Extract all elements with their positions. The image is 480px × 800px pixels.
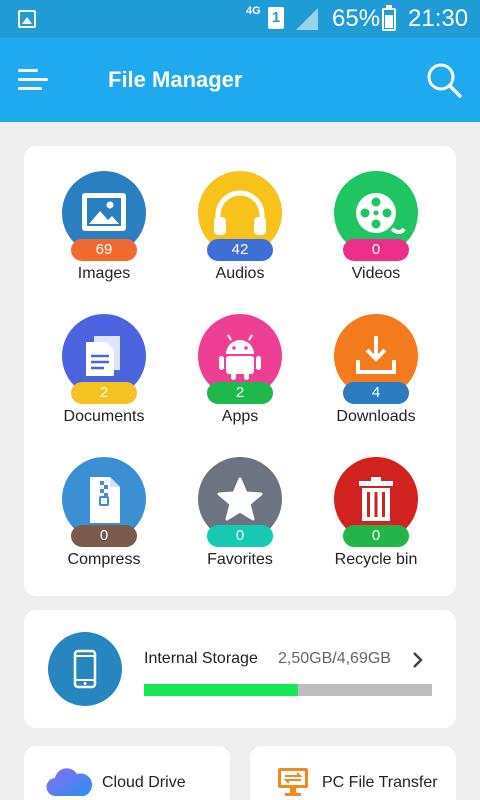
- signal-icon: [296, 8, 318, 30]
- category-label: Favorites: [207, 551, 273, 568]
- cloud-drive-card[interactable]: Cloud Drive: [24, 746, 230, 800]
- category-label: Compress: [67, 551, 141, 568]
- category-label: Recycle bin: [334, 551, 418, 568]
- count-badge: 0: [207, 525, 273, 547]
- count-badge: 0: [343, 239, 409, 261]
- category-label: Apps: [221, 408, 259, 425]
- count-badge: 0: [343, 525, 409, 547]
- categories-card: 69 Images 42 Audios 0 Videos 2 Documents…: [24, 146, 456, 596]
- network-type: 4G: [246, 5, 261, 17]
- sim-indicator: 1: [268, 7, 284, 29]
- count-badge: 4: [343, 382, 409, 404]
- clock: 21:30: [408, 5, 469, 32]
- category-label: Images: [77, 265, 131, 282]
- storage-progress-bar: [144, 684, 432, 696]
- search-icon[interactable]: [426, 62, 462, 98]
- count-badge: 69: [71, 239, 137, 261]
- count-badge: 0: [71, 525, 137, 547]
- storage-label: Internal Storage: [144, 650, 258, 667]
- category-favorites[interactable]: 0 Favorites: [170, 432, 310, 568]
- category-documents[interactable]: 2 Documents: [34, 289, 174, 425]
- storage-size: 2,50GB/4,69GB: [278, 650, 391, 667]
- status-bar: 4G 1 65% 21:30: [0, 0, 480, 38]
- cloud-icon: [46, 764, 93, 798]
- category-apps[interactable]: 2 Apps: [170, 289, 310, 425]
- count-badge: 42: [207, 239, 273, 261]
- count-badge: 2: [71, 382, 137, 404]
- internal-storage-card[interactable]: Internal Storage 2,50GB/4,69GB: [24, 610, 456, 728]
- count-badge: 2: [207, 382, 273, 404]
- category-audios[interactable]: 42 Audios: [170, 146, 310, 282]
- pc-file-transfer-card[interactable]: PC File Transfer: [250, 746, 456, 800]
- category-compress[interactable]: 0 Compress: [34, 432, 174, 568]
- gallery-notification-icon: [18, 10, 36, 28]
- pc-file-transfer-label: PC File Transfer: [322, 774, 438, 791]
- category-label: Videos: [351, 265, 401, 282]
- page-title: File Manager: [108, 67, 243, 92]
- chevron-right-icon: [408, 650, 428, 670]
- phone-icon: [48, 632, 122, 706]
- category-videos[interactable]: 0 Videos: [306, 146, 446, 282]
- pc-transfer-icon: [276, 766, 310, 800]
- category-downloads[interactable]: 4 Downloads: [306, 289, 446, 425]
- category-label: Downloads: [336, 408, 416, 425]
- battery-percent: 65%: [332, 5, 381, 32]
- category-label: Audios: [215, 265, 265, 282]
- hamburger-menu-icon[interactable]: [18, 66, 52, 94]
- cloud-drive-label: Cloud Drive: [102, 774, 186, 791]
- app-bar: File Manager: [0, 38, 480, 122]
- category-images[interactable]: 69 Images: [34, 146, 174, 282]
- battery-icon: [382, 5, 396, 31]
- category-label: Documents: [63, 408, 145, 425]
- category-recycle-bin[interactable]: 0 Recycle bin: [306, 432, 446, 568]
- storage-progress-fill: [144, 684, 298, 696]
